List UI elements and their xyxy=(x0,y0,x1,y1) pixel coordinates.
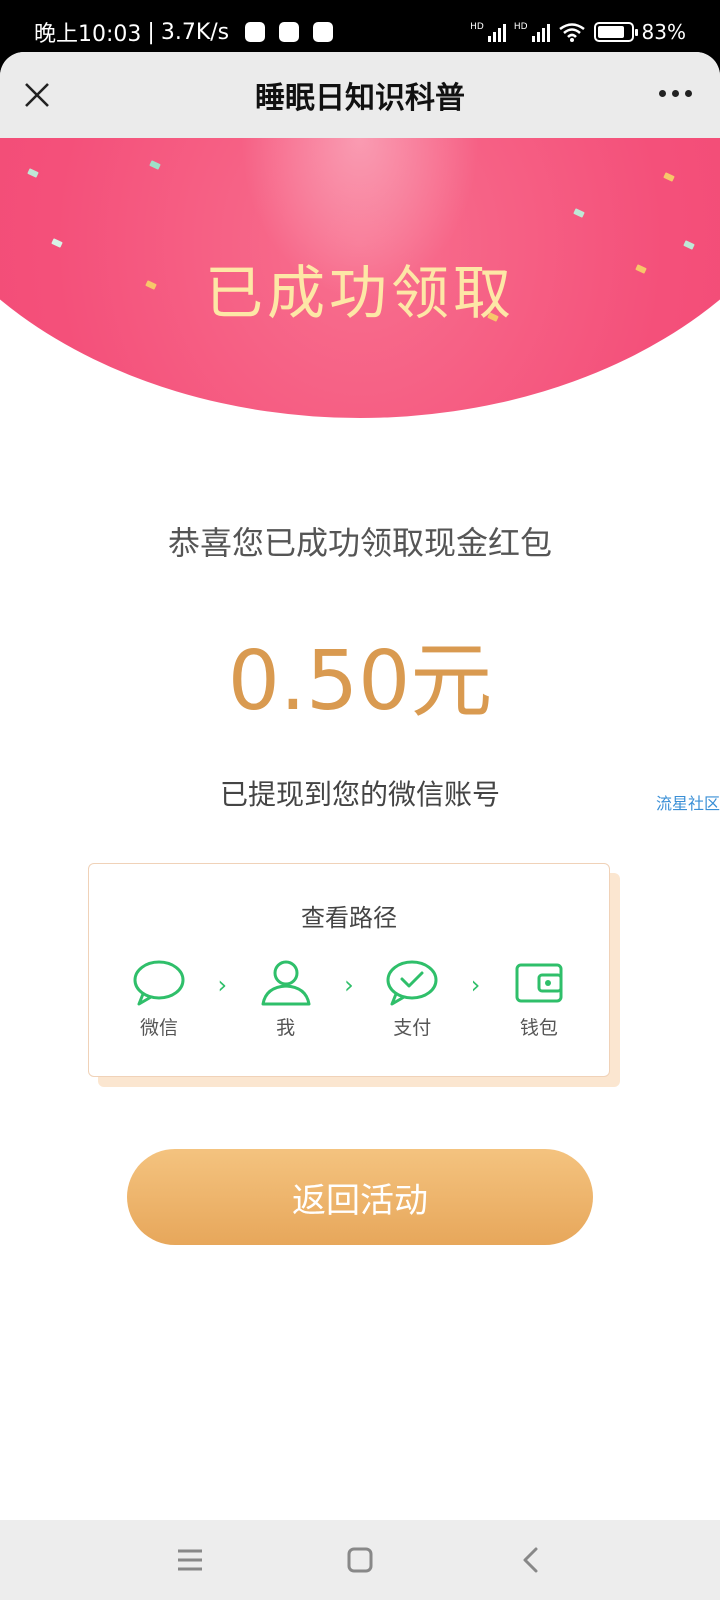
battery-icon xyxy=(593,22,638,42)
nav-bar: 睡眠日知识科普 xyxy=(0,52,720,138)
status-left: 晚上10:03 | 3.7K/s xyxy=(34,16,334,48)
more-icon[interactable] xyxy=(659,90,692,97)
return-activity-button[interactable]: 返回活动 xyxy=(127,1149,593,1245)
hd-label: HD xyxy=(513,22,528,32)
step-label: 支付 xyxy=(393,1017,432,1039)
notification-icon xyxy=(279,22,300,42)
hd-label: HD xyxy=(470,22,484,32)
wechat-chat-icon xyxy=(133,960,185,1006)
step-label: 微信 xyxy=(139,1017,178,1039)
chevron-right-icon: › xyxy=(344,971,354,999)
app-page: 睡眠日知识科普 已成功领取 恭喜您已成功领取现金红包 0.50元 已提现到您的微… xyxy=(0,52,720,1600)
system-nav-bar xyxy=(0,1520,720,1600)
close-icon[interactable] xyxy=(22,80,52,110)
signal-icon: HD xyxy=(514,22,550,42)
step-me: 我 xyxy=(250,959,322,1040)
step-pay: 支付 xyxy=(376,959,448,1040)
status-time: 晚上10:03 xyxy=(34,22,142,47)
notification-icon xyxy=(313,22,334,42)
step-label: 我 xyxy=(276,1017,296,1039)
amount-value: 0.50元 xyxy=(227,634,493,729)
status-net-speed: 3.7K/s xyxy=(160,19,230,45)
menu-icon[interactable] xyxy=(170,1540,210,1580)
chevron-right-icon: › xyxy=(217,971,228,999)
pay-check-icon xyxy=(386,960,438,1006)
home-icon[interactable] xyxy=(340,1540,380,1580)
user-icon xyxy=(261,960,311,1006)
step-label: 钱包 xyxy=(519,1017,558,1039)
path-card: 查看路径 微信 › 我 › 支付 › 钱包 xyxy=(88,863,620,1089)
withdraw-message: 已提现到您的微信账号 xyxy=(219,778,500,811)
status-divider: | xyxy=(147,19,155,45)
watermark: 流星社区 xyxy=(655,794,720,813)
path-steps: 微信 › 我 › 支付 › 钱包 xyxy=(89,959,609,1040)
path-card-body: 查看路径 微信 › 我 › 支付 › 钱包 xyxy=(88,863,610,1077)
notification-icon xyxy=(245,22,266,42)
step-wallet: 钱包 xyxy=(503,959,575,1040)
battery-percent: 83% xyxy=(641,20,686,44)
wallet-icon xyxy=(515,963,563,1003)
battery-fill xyxy=(597,26,625,38)
success-message: 恭喜您已成功领取现金红包 xyxy=(167,524,552,562)
chevron-right-icon: › xyxy=(470,971,481,999)
step-wechat: 微信 xyxy=(123,959,195,1040)
signal-icon: HD xyxy=(470,22,506,42)
path-card-title: 查看路径 xyxy=(301,904,397,932)
back-icon[interactable] xyxy=(510,1540,550,1580)
page-title: 睡眠日知识科普 xyxy=(255,81,465,116)
hero-banner: 已成功领取 xyxy=(0,138,720,428)
hero-title: 已成功领取 xyxy=(204,259,515,327)
status-right: HD HD 83% xyxy=(470,20,686,44)
wifi-icon xyxy=(558,23,585,42)
